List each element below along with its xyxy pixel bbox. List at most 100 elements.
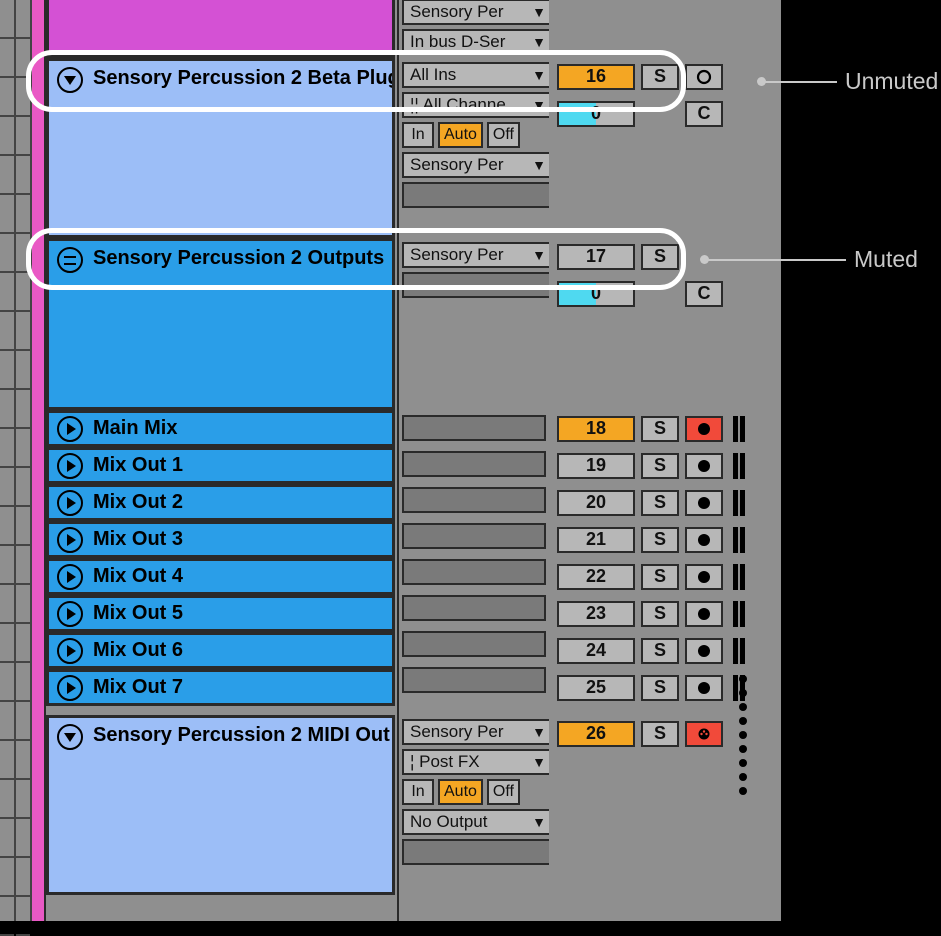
outputs-input-dropdown[interactable]: Sensory Per▼ [402, 242, 552, 268]
arm-button[interactable] [685, 416, 723, 442]
child-mix-label: Mix Out 6 [93, 639, 183, 662]
play-icon[interactable] [57, 675, 83, 701]
plugin-volume[interactable]: 0 [557, 101, 635, 127]
solo-button[interactable]: S [641, 601, 679, 627]
track-title-column: Sensory Percussion 2 Beta Plugi Sensory … [46, 0, 395, 921]
monitor-auto-button[interactable]: Auto [438, 779, 483, 805]
monitor-in-button[interactable]: In [402, 122, 434, 148]
level-meter [733, 490, 745, 516]
chevron-down-icon: ▼ [532, 814, 546, 830]
midi-input-dropdown[interactable]: Sensory Per▼ [402, 719, 552, 745]
child-track-number[interactable]: 19 [557, 453, 635, 479]
play-icon[interactable] [57, 416, 83, 442]
monitor-in-button[interactable]: In [402, 779, 434, 805]
outputs-pan[interactable]: C [685, 281, 723, 307]
child-track-number[interactable]: 20 [557, 490, 635, 516]
child-mix-mixer: 18S 19S 20S 21S 22S 23S 24S 25S [549, 410, 781, 706]
io-empty-slot [402, 631, 546, 657]
arm-button[interactable] [685, 638, 723, 664]
child-track-number[interactable]: 24 [557, 638, 635, 664]
io-empty-slot [402, 667, 546, 693]
midi-plug-icon [696, 726, 712, 742]
solo-button[interactable]: S [641, 453, 679, 479]
child-mix-row[interactable]: Mix Out 6 [46, 632, 395, 669]
monitor-off-button[interactable]: Off [487, 779, 520, 805]
midi-output-dropdown[interactable]: No Output▼ [402, 809, 552, 835]
midi-arm-button[interactable] [685, 721, 723, 747]
chevron-down-icon: ▼ [532, 97, 546, 113]
midi-track[interactable]: Sensory Percussion 2 MIDI Out [46, 715, 395, 895]
midi-track-number[interactable]: 26 [557, 721, 635, 747]
child-mix-row[interactable]: Mix Out 2 [46, 484, 395, 521]
top-magenta-track[interactable] [46, 0, 395, 58]
outputs-volume[interactable]: 0 [557, 281, 635, 307]
child-mix-row[interactable]: Mix Out 3 [46, 521, 395, 558]
plugin-input-dropdown[interactable]: All Ins▼ [402, 62, 552, 88]
plugin-pan[interactable]: C [685, 101, 723, 127]
solo-button[interactable]: S [641, 416, 679, 442]
top-io-bus-dropdown[interactable]: In bus D-Ser▼ [402, 29, 552, 55]
io-empty-slot [402, 839, 552, 865]
plugin-arm-button[interactable] [685, 64, 723, 90]
fold-down-icon[interactable] [57, 724, 83, 750]
play-icon[interactable] [57, 638, 83, 664]
arm-button[interactable] [685, 527, 723, 553]
outputs-solo-button[interactable]: S [641, 244, 679, 270]
solo-button[interactable]: S [641, 564, 679, 590]
plugin-output-dropdown[interactable]: Sensory Per▼ [402, 152, 552, 178]
solo-button[interactable]: S [641, 638, 679, 664]
outputs-track-number[interactable]: 17 [557, 244, 635, 270]
io-empty-slot [402, 415, 546, 441]
play-icon[interactable] [57, 453, 83, 479]
arm-button[interactable] [685, 601, 723, 627]
child-mix-row[interactable]: Mix Out 1 [46, 447, 395, 484]
plugin-channel-dropdown[interactable]: ¦¦ All Channe▼ [402, 92, 552, 118]
midi-solo-button[interactable]: S [641, 721, 679, 747]
child-mix-row[interactable]: Mix Out 4 [46, 558, 395, 595]
solo-button[interactable]: S [641, 675, 679, 701]
plugin-solo-button[interactable]: S [641, 64, 679, 90]
group-icon[interactable] [57, 247, 83, 273]
left-ruler [0, 0, 32, 921]
child-track-number[interactable]: 22 [557, 564, 635, 590]
arm-button[interactable] [685, 453, 723, 479]
arm-button[interactable] [685, 564, 723, 590]
monitor-off-button[interactable]: Off [487, 122, 520, 148]
play-icon[interactable] [57, 564, 83, 590]
play-icon[interactable] [57, 601, 83, 627]
child-track-number[interactable]: 25 [557, 675, 635, 701]
record-dot-icon [698, 645, 710, 657]
play-icon[interactable] [57, 490, 83, 516]
outputs-group-track[interactable]: Sensory Percussion 2 Outputs [46, 238, 395, 410]
play-icon[interactable] [57, 527, 83, 553]
midi-monitor-group: In Auto Off [402, 779, 552, 805]
record-dot-icon [698, 423, 710, 435]
arm-button[interactable] [685, 490, 723, 516]
top-io-out-dropdown[interactable]: Sensory Per▼ [402, 0, 552, 25]
record-dot-icon [698, 460, 710, 472]
fold-down-icon[interactable] [57, 67, 83, 93]
child-mix-row[interactable]: Mix Out 5 [46, 595, 395, 632]
solo-button[interactable]: S [641, 527, 679, 553]
arm-button[interactable] [685, 675, 723, 701]
record-dot-icon [698, 608, 710, 620]
plugin-track[interactable]: Sensory Percussion 2 Beta Plugi [46, 58, 395, 238]
chevron-down-icon: ▼ [532, 754, 546, 770]
child-mix-label: Mix Out 4 [93, 565, 183, 588]
child-track-number[interactable]: 18 [557, 416, 635, 442]
child-track-number[interactable]: 21 [557, 527, 635, 553]
plugin-track-number[interactable]: 16 [557, 64, 635, 90]
child-mix-row[interactable]: Mix Out 7 [46, 669, 395, 706]
plugin-track-label: Sensory Percussion 2 Beta Plugi [93, 67, 395, 90]
monitor-auto-button[interactable]: Auto [438, 122, 483, 148]
annotation-muted: Muted [757, 246, 918, 273]
solo-button[interactable]: S [641, 490, 679, 516]
midi-input2-dropdown[interactable]: ¦ Post FX▼ [402, 749, 552, 775]
child-track-number[interactable]: 23 [557, 601, 635, 627]
child-mix-label: Mix Out 2 [93, 491, 183, 514]
child-mix-label: Mix Out 7 [93, 676, 183, 699]
level-meter [733, 601, 745, 627]
outputs-track-label: Sensory Percussion 2 Outputs [93, 247, 384, 270]
level-meter [733, 527, 745, 553]
child-mix-row[interactable]: Main Mix [46, 410, 395, 447]
